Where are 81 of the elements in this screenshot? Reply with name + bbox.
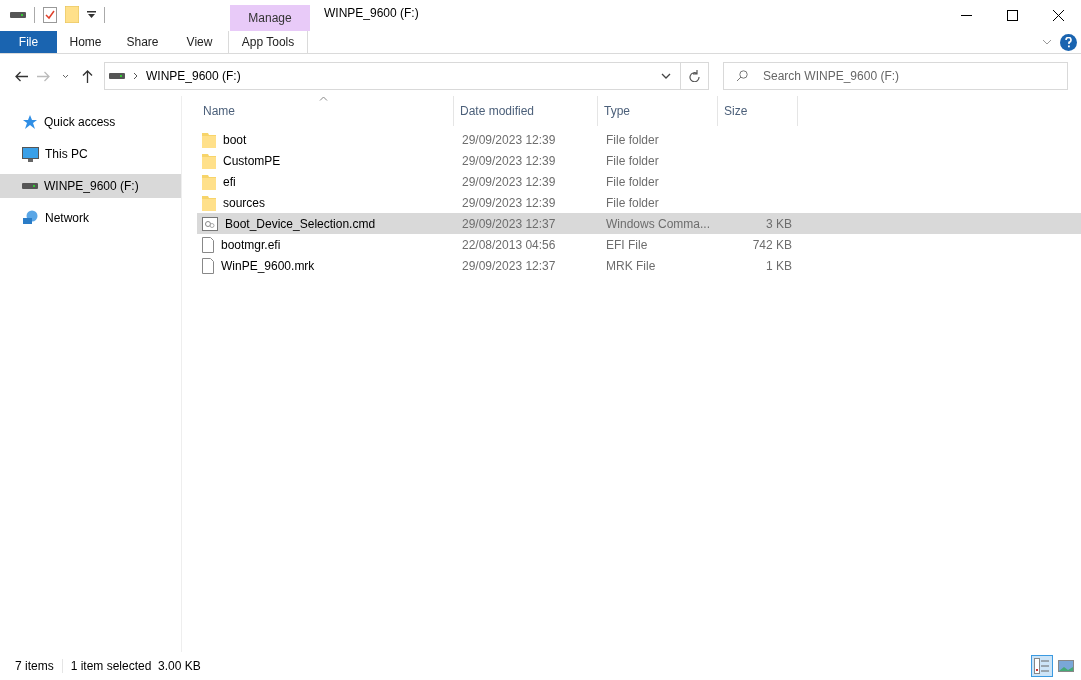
column-header[interactable]: Name (197, 96, 454, 126)
sidebar-label: WINPE_9600 (F:) (44, 179, 139, 193)
file-icon (202, 257, 214, 274)
forward-arrow-icon (36, 70, 50, 82)
file-row[interactable]: CustomPE 29/09/2023 12:39 File folder (197, 150, 1081, 171)
minimize-icon (960, 15, 972, 16)
file-name: CustomPE (223, 153, 281, 168)
file-name: Boot_Device_Selection.cmd (225, 216, 376, 231)
sidebar-item[interactable]: This PC (0, 142, 181, 166)
type-cell-text: Windows Comma... (605, 216, 712, 231)
selection-info: 1 item selected 3.00 KB (70, 659, 201, 673)
file-row[interactable]: efi 29/09/2023 12:39 File folder (197, 171, 1081, 192)
chevron-icon[interactable] (1042, 39, 1052, 45)
context-tab-group: Manage (230, 5, 310, 31)
close-icon (1052, 10, 1064, 21)
file-row[interactable]: Boot_Device_Selection.cmd 29/09/2023 12:37 Windows Comma... 3 KB (197, 213, 1081, 234)
sidebar-item[interactable]: Quick access (0, 110, 181, 134)
address-path: WINPE_9600 (F:) (145, 69, 242, 83)
search-icon (736, 70, 748, 82)
drive-icon (109, 72, 125, 80)
sidebar-label: Network (45, 211, 89, 225)
search-field[interactable]: Search WINPE_9600 (F:) (723, 62, 1068, 90)
type-cell-text: File folder (605, 195, 660, 210)
sidebar-label: This PC (45, 147, 88, 161)
checklist-icon[interactable] (43, 6, 57, 23)
sidebar-label: Quick access (44, 115, 116, 129)
file-icon (202, 236, 214, 253)
globe-icon (22, 210, 39, 226)
monitor-icon (22, 146, 39, 162)
type-cell-text: File folder (605, 132, 660, 147)
refresh-icon (689, 70, 700, 82)
date-cell-text: 29/09/2023 12:39 (461, 132, 557, 147)
date-cell-text: 29/09/2023 12:39 (461, 153, 557, 168)
column-header[interactable]: Date modified (454, 96, 598, 126)
window-title: WINPE_9600 (F:) (323, 6, 420, 22)
ribbon-tab[interactable]: File (0, 31, 57, 53)
column-header[interactable]: Size (718, 96, 798, 126)
up-arrow-icon (81, 69, 93, 83)
date-cell-text: 22/08/2013 04:56 (461, 237, 557, 252)
sidebar-item[interactable]: Network (0, 206, 181, 230)
date-cell-text: 29/09/2023 12:39 (461, 174, 557, 189)
back-arrow-icon (14, 70, 28, 82)
address-bar[interactable]: WINPE_9600 (F:) (104, 62, 709, 90)
date-cell-text: 29/09/2023 12:37 (461, 258, 557, 273)
type-cell-text: File folder (605, 174, 660, 189)
folder-icon (202, 194, 216, 211)
type-cell-text: MRK File (605, 258, 657, 273)
file-name: bootmgr.efi (221, 237, 281, 252)
file-row[interactable]: bootmgr.efi 22/08/2013 04:56 EFI File 742 KB (197, 234, 1081, 255)
folder-icon (202, 131, 216, 148)
date-cell-text: 29/09/2023 12:39 (461, 195, 557, 210)
drive-icon (10, 10, 26, 19)
file-name: WinPE_9600.mrk (221, 258, 315, 273)
date-cell-text: 29/09/2023 12:37 (461, 216, 557, 231)
file-row[interactable]: boot 29/09/2023 12:39 File folder (197, 129, 1081, 150)
chevron-icon (661, 73, 671, 79)
size-cell-text: 1 KB (765, 258, 793, 273)
ribbon-tab[interactable]: App Tools (228, 31, 308, 53)
chevron-icon (133, 72, 138, 80)
type-cell-text: File folder (605, 153, 660, 168)
file-row[interactable]: WinPE_9600.mrk 29/09/2023 12:37 MRK File 1 KB (197, 255, 1081, 276)
folder-icon (202, 152, 216, 169)
help-icon[interactable] (1060, 33, 1077, 51)
size-cell-text: 3 KB (765, 216, 793, 231)
file-row[interactable]: sources 29/09/2023 12:39 File folder (197, 192, 1081, 213)
star-icon (22, 114, 38, 130)
file-name: efi (223, 174, 236, 189)
item-count: 7 items (15, 659, 63, 673)
size-cell-text: 742 KB (751, 237, 793, 252)
drive-icon (22, 182, 38, 190)
file-name: boot (223, 132, 247, 147)
sidebar-item[interactable]: WINPE_9600 (F:) (0, 174, 181, 198)
type-cell-text: EFI File (605, 237, 649, 252)
column-header[interactable]: Type (598, 96, 718, 126)
file-name: sources (223, 195, 266, 210)
dropdown-icon[interactable] (87, 10, 96, 19)
details-view-button[interactable] (1031, 655, 1053, 677)
folder-icon (202, 173, 216, 190)
chevron-icon (61, 73, 69, 79)
maximize-icon (1006, 10, 1018, 21)
gear-window-icon (202, 216, 218, 231)
